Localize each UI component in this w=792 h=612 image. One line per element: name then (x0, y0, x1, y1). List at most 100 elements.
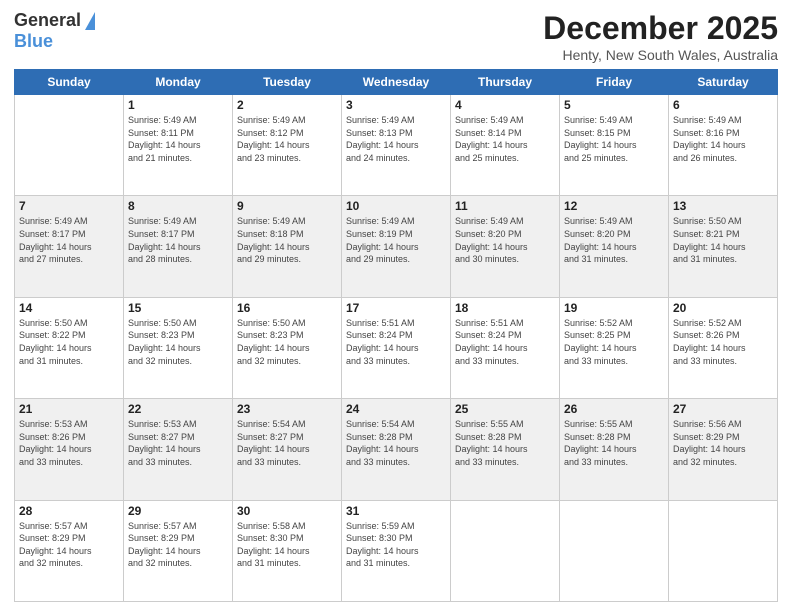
logo-general: General (14, 10, 81, 31)
table-row: 4Sunrise: 5:49 AM Sunset: 8:14 PM Daylig… (451, 95, 560, 196)
table-row: 1 Sunrise: 5:49 AM Sunset: 8:11 PM Daylig… (124, 95, 233, 196)
table-row: 19 Sunrise: 5:52 AM Sunset: 8:25 PM Dayli… (560, 297, 669, 398)
day-number: 26 (564, 402, 664, 416)
day-number: 16 (237, 301, 337, 315)
day-number: 31 (346, 504, 446, 518)
month-title: December 2025 (543, 10, 778, 47)
day-number: 23 (237, 402, 337, 416)
day-info: Sunrise: 5:54 AM Sunset: 8:28 PM Dayligh… (346, 418, 446, 468)
table-row: 30 Sunrise: 5:58 AM Sunset: 8:30 PM Dayli… (233, 500, 342, 601)
day-info: Sunrise: 5:49 AM Sunset: 8:12 PM Dayligh… (237, 114, 337, 164)
day-number: 14 (19, 301, 119, 315)
day-number: 18 (455, 301, 555, 315)
day-number: 12 (564, 199, 664, 213)
table-row: 2 Sunrise: 5:49 AM Sunset: 8:12 PM Daylig… (233, 95, 342, 196)
day-info: Sunrise: 5:59 AM Sunset: 8:30 PM Dayligh… (346, 520, 446, 570)
table-row: 17 Sunrise: 5:51 AM Sunset: 8:24 PM Dayli… (342, 297, 451, 398)
table-row: 13Sunrise: 5:50 AM Sunset: 8:21 PM Dayli… (669, 196, 778, 297)
day-info: Sunrise: 5:50 AM Sunset: 8:22 PM Dayligh… (19, 317, 119, 367)
day-info: Sunrise: 5:52 AM Sunset: 8:26 PM Dayligh… (673, 317, 773, 367)
logo: General Blue (14, 10, 95, 52)
day-info: Sunrise: 5:49 AM Sunset: 8:11 PM Dayligh… (128, 114, 228, 164)
calendar-week-row: 21 Sunrise: 5:53 AM Sunset: 8:26 PM Dayli… (15, 399, 778, 500)
day-info: Sunrise: 5:53 AM Sunset: 8:27 PM Dayligh… (128, 418, 228, 468)
table-row: 18 Sunrise: 5:51 AM Sunset: 8:24 PM Dayli… (451, 297, 560, 398)
table-row: 3 Sunrise: 5:49 AM Sunset: 8:13 PM Daylig… (342, 95, 451, 196)
table-row (15, 95, 124, 196)
table-row: 8 Sunrise: 5:49 AM Sunset: 8:17 PM Daylig… (124, 196, 233, 297)
table-row: 5Sunrise: 5:49 AM Sunset: 8:15 PM Daylig… (560, 95, 669, 196)
table-row: 28Sunrise: 5:57 AM Sunset: 8:29 PM Dayli… (15, 500, 124, 601)
day-number: 9 (237, 199, 337, 213)
day-number: 30 (237, 504, 337, 518)
table-row: 6 Sunrise: 5:49 AM Sunset: 8:16 PM Daylig… (669, 95, 778, 196)
table-row: 11 Sunrise: 5:49 AM Sunset: 8:20 PM Dayli… (451, 196, 560, 297)
day-info: Sunrise: 5:49 AM Sunset: 8:20 PM Dayligh… (564, 215, 664, 265)
logo-blue: Blue (14, 31, 53, 52)
day-info: Sunrise: 5:56 AM Sunset: 8:29 PM Dayligh… (673, 418, 773, 468)
col-tuesday: Tuesday (233, 70, 342, 95)
table-row (451, 500, 560, 601)
day-info: Sunrise: 5:53 AM Sunset: 8:26 PM Dayligh… (19, 418, 119, 468)
calendar-header-row: Sunday Monday Tuesday Wednesday Thursday… (15, 70, 778, 95)
calendar-week-row: 7Sunrise: 5:49 AM Sunset: 8:17 PM Daylig… (15, 196, 778, 297)
calendar-week-row: 28Sunrise: 5:57 AM Sunset: 8:29 PM Dayli… (15, 500, 778, 601)
title-block: December 2025 Henty, New South Wales, Au… (543, 10, 778, 63)
table-row: 31 Sunrise: 5:59 AM Sunset: 8:30 PM Dayli… (342, 500, 451, 601)
day-number: 21 (19, 402, 119, 416)
page: General Blue December 2025 Henty, New So… (0, 0, 792, 612)
day-info: Sunrise: 5:49 AM Sunset: 8:17 PM Dayligh… (128, 215, 228, 265)
day-number: 10 (346, 199, 446, 213)
table-row: 22 Sunrise: 5:53 AM Sunset: 8:27 PM Dayli… (124, 399, 233, 500)
day-number: 17 (346, 301, 446, 315)
calendar-week-row: 14 Sunrise: 5:50 AM Sunset: 8:22 PM Dayli… (15, 297, 778, 398)
day-info: Sunrise: 5:55 AM Sunset: 8:28 PM Dayligh… (455, 418, 555, 468)
table-row: 15 Sunrise: 5:50 AM Sunset: 8:23 PM Dayli… (124, 297, 233, 398)
table-row: 16Sunrise: 5:50 AM Sunset: 8:23 PM Dayli… (233, 297, 342, 398)
day-number: 1 (128, 98, 228, 112)
table-row: 24 Sunrise: 5:54 AM Sunset: 8:28 PM Dayli… (342, 399, 451, 500)
day-number: 19 (564, 301, 664, 315)
day-info: Sunrise: 5:58 AM Sunset: 8:30 PM Dayligh… (237, 520, 337, 570)
table-row: 25 Sunrise: 5:55 AM Sunset: 8:28 PM Dayli… (451, 399, 560, 500)
calendar-week-row: 1 Sunrise: 5:49 AM Sunset: 8:11 PM Daylig… (15, 95, 778, 196)
day-number: 11 (455, 199, 555, 213)
table-row: 20 Sunrise: 5:52 AM Sunset: 8:26 PM Dayli… (669, 297, 778, 398)
day-info: Sunrise: 5:57 AM Sunset: 8:29 PM Dayligh… (19, 520, 119, 570)
day-info: Sunrise: 5:51 AM Sunset: 8:24 PM Dayligh… (346, 317, 446, 367)
day-info: Sunrise: 5:49 AM Sunset: 8:17 PM Dayligh… (19, 215, 119, 265)
day-info: Sunrise: 5:51 AM Sunset: 8:24 PM Dayligh… (455, 317, 555, 367)
day-number: 5 (564, 98, 664, 112)
day-info: Sunrise: 5:57 AM Sunset: 8:29 PM Dayligh… (128, 520, 228, 570)
table-row: 10 Sunrise: 5:49 AM Sunset: 8:19 PM Dayli… (342, 196, 451, 297)
day-info: Sunrise: 5:54 AM Sunset: 8:27 PM Dayligh… (237, 418, 337, 468)
table-row: 7Sunrise: 5:49 AM Sunset: 8:17 PM Daylig… (15, 196, 124, 297)
day-info: Sunrise: 5:49 AM Sunset: 8:16 PM Dayligh… (673, 114, 773, 164)
table-row: 21 Sunrise: 5:53 AM Sunset: 8:26 PM Dayli… (15, 399, 124, 500)
day-info: Sunrise: 5:49 AM Sunset: 8:19 PM Dayligh… (346, 215, 446, 265)
day-number: 25 (455, 402, 555, 416)
day-number: 13 (673, 199, 773, 213)
calendar-table: Sunday Monday Tuesday Wednesday Thursday… (14, 69, 778, 602)
day-info: Sunrise: 5:50 AM Sunset: 8:23 PM Dayligh… (128, 317, 228, 367)
col-saturday: Saturday (669, 70, 778, 95)
day-number: 22 (128, 402, 228, 416)
col-thursday: Thursday (451, 70, 560, 95)
table-row: 23 Sunrise: 5:54 AM Sunset: 8:27 PM Dayli… (233, 399, 342, 500)
day-info: Sunrise: 5:52 AM Sunset: 8:25 PM Dayligh… (564, 317, 664, 367)
day-info: Sunrise: 5:49 AM Sunset: 8:13 PM Dayligh… (346, 114, 446, 164)
day-number: 4 (455, 98, 555, 112)
day-number: 20 (673, 301, 773, 315)
day-number: 24 (346, 402, 446, 416)
table-row: 27 Sunrise: 5:56 AM Sunset: 8:29 PM Dayli… (669, 399, 778, 500)
col-monday: Monday (124, 70, 233, 95)
day-number: 8 (128, 199, 228, 213)
day-info: Sunrise: 5:49 AM Sunset: 8:20 PM Dayligh… (455, 215, 555, 265)
day-number: 2 (237, 98, 337, 112)
col-sunday: Sunday (15, 70, 124, 95)
day-number: 27 (673, 402, 773, 416)
table-row: 14 Sunrise: 5:50 AM Sunset: 8:22 PM Dayli… (15, 297, 124, 398)
day-number: 3 (346, 98, 446, 112)
day-number: 6 (673, 98, 773, 112)
day-number: 15 (128, 301, 228, 315)
